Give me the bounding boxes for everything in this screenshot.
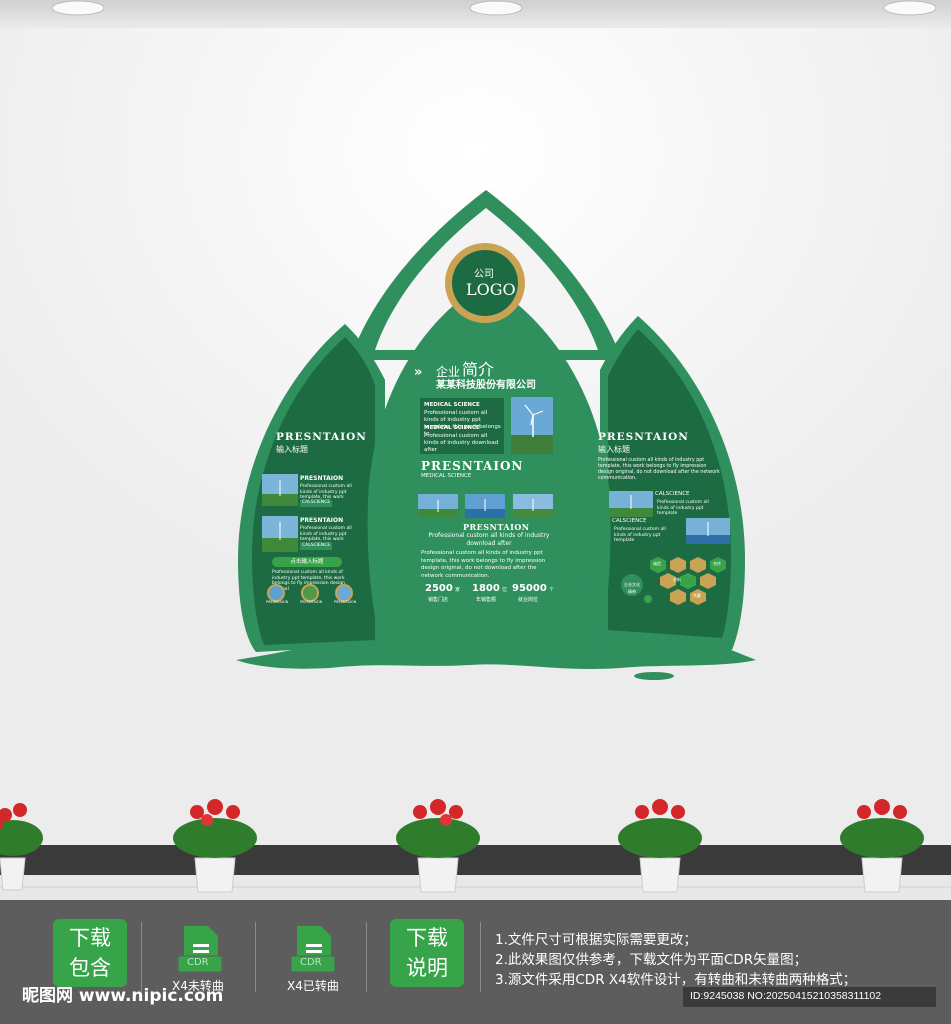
hex-label-1: 诚信 xyxy=(653,561,661,566)
stat-value-2: 1800 xyxy=(472,583,500,594)
info-text-2: Professional custom all kinds of industr… xyxy=(424,433,499,453)
center-title-prefix: 企业 xyxy=(436,365,461,379)
left-circle-label-3: PRESNTAION xyxy=(334,600,357,604)
center-company: 某某科技股份有限公司 xyxy=(436,380,536,391)
plant-pot-2 xyxy=(173,799,257,893)
right-item-label-2: CALSCIENCE xyxy=(612,518,647,524)
center-sub-text: Professional custom all kinds of industr… xyxy=(428,532,550,547)
center-paragraph: Professional custom all kinds of industr… xyxy=(421,550,546,579)
stat-label-3: 就业岗位 xyxy=(518,597,539,603)
left-item-tag-2: CALSCIENCE xyxy=(300,543,333,550)
left-item-title-1: PRESNTAION xyxy=(300,475,344,482)
download-notes-badge: 下载 说明 xyxy=(390,919,464,987)
id-line: ID:9245038 NO:20250415210358311102 xyxy=(690,990,882,1002)
download-notes-line1: 下载 xyxy=(406,926,448,950)
footer-divider-4 xyxy=(480,922,481,992)
stat-label-2: 年销售额 xyxy=(476,597,497,603)
cdr-label-1: CDR xyxy=(187,957,209,968)
left-circle-label-2: PRESNTAION xyxy=(300,600,323,604)
info-label-1: MEDICAL SCIENCE xyxy=(424,402,480,408)
right-text: Professional custom all kinds of industr… xyxy=(598,458,720,481)
scene: 公司 LOGO » 企业 简介 某某科技股份有限公司 MEDICAL SCIEN… xyxy=(0,0,951,1024)
info-label-2: MEDICAL SCIENCE xyxy=(424,425,480,431)
stat-label-1: 销售门店 xyxy=(428,597,449,603)
center-sub-title: PRESNTAION xyxy=(463,522,530,532)
stat-value-3: 95000 xyxy=(512,583,547,594)
download-includes-line1: 下载 xyxy=(69,926,111,950)
center-title-main: 简介 xyxy=(462,360,495,379)
stat-unit-2: 亿 xyxy=(502,587,508,593)
note-line-3: 3.源文件采用CDR X4软件设计，有转曲和未转曲两种格式； xyxy=(495,972,857,988)
cdr-label-2: CDR xyxy=(300,957,322,968)
right-photo-1 xyxy=(609,491,653,517)
hex-label-5: 企业文化 xyxy=(624,582,640,587)
plant-pot-3 xyxy=(396,799,480,893)
plant-pot-1 xyxy=(0,803,43,891)
right-item-text-1: Professional custom all kinds of industr… xyxy=(657,500,709,516)
stat-unit-3: 个 xyxy=(549,587,555,593)
right-subtitle: 输入标题 xyxy=(598,445,630,454)
download-includes-badge: 下载 包含 xyxy=(53,919,127,987)
right-item-label-1: CALSCIENCE xyxy=(655,491,690,497)
download-notes-line2: 说明 xyxy=(406,956,448,980)
footer-divider-2 xyxy=(255,922,256,992)
plant-pot-5 xyxy=(840,799,924,893)
left-item-title-2: PRESNTAION xyxy=(300,517,344,524)
left-circle-label-1: PRESNTAION xyxy=(266,600,289,604)
left-title: PRESNTAION xyxy=(276,431,367,443)
culture-wall xyxy=(236,190,756,680)
file2-label: X4已转曲 xyxy=(287,979,339,993)
logo-line2: LOGO xyxy=(466,280,516,299)
left-photo-1 xyxy=(262,474,298,506)
left-subtitle: 输入标题 xyxy=(276,445,308,454)
plant-row xyxy=(0,799,924,893)
plant-pot-4 xyxy=(618,799,702,893)
hex-label-6: 精神 xyxy=(628,589,636,594)
left-item-tag-1: CALSCIENCE xyxy=(300,500,333,507)
note-line-1: 1.文件尺寸可根据实际需要更改； xyxy=(495,932,697,948)
download-includes-line2: 包含 xyxy=(69,956,111,980)
stat-value-1: 2500 xyxy=(425,583,453,594)
note-line-2: 2.此效果图仅供参考，下载文件为平面CDR矢量图； xyxy=(495,952,808,968)
chevron-icon: » xyxy=(414,365,423,380)
footer-divider-3 xyxy=(366,922,367,992)
center-subheading: MEDICAL SCIENCE xyxy=(421,473,472,479)
photo-strip xyxy=(418,494,553,518)
logo-line1: 公司 xyxy=(474,269,494,280)
hex-label-2: 创新 xyxy=(673,577,681,582)
left-photo-2 xyxy=(262,516,298,552)
stat-unit-1: 家 xyxy=(455,587,461,593)
wind-turbine-photo xyxy=(511,397,553,454)
center-heading: PRESNTAION xyxy=(421,459,524,473)
watermark-nipic: 昵图网 www.nipic.com xyxy=(22,986,224,1006)
right-photo-2 xyxy=(686,518,730,544)
right-item-text-2: Professional custom all kinds of industr… xyxy=(614,527,666,543)
hex-label-3: 合作 xyxy=(713,561,721,566)
footer-divider-1 xyxy=(141,922,142,992)
left-pill: 点击输入标题 xyxy=(272,557,342,567)
right-title: PRESNTAION xyxy=(598,431,689,443)
hex-label-4: 共赢 xyxy=(693,593,701,598)
